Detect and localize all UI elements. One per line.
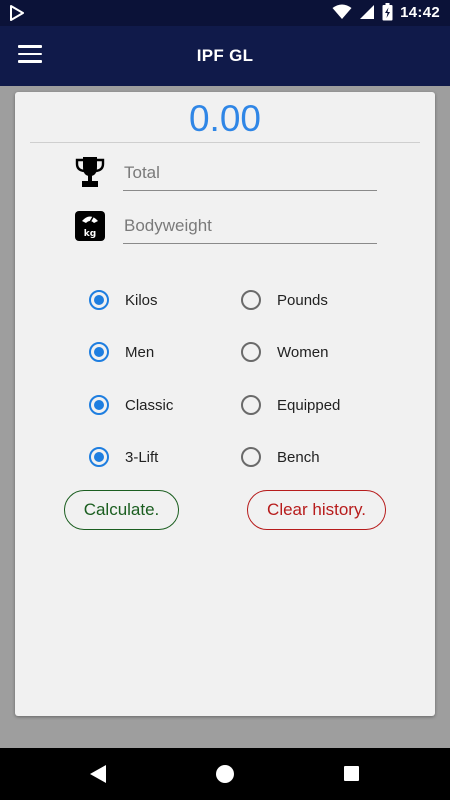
radio-pounds[interactable]: Pounds [241, 290, 328, 310]
cell-signal-icon [360, 5, 375, 19]
status-time: 14:42 [400, 3, 440, 21]
radio-3-lift-label: 3-Lift [125, 448, 159, 466]
back-icon[interactable] [89, 764, 107, 784]
app-bar: IPF GL [0, 26, 450, 86]
score-display: 0.00 [188, 98, 261, 139]
home-icon[interactable] [215, 764, 235, 784]
radio-3-lift[interactable]: 3-Lift [89, 447, 158, 467]
total-input[interactable] [123, 155, 377, 191]
radio-indicator [241, 290, 261, 310]
radio-indicator [89, 447, 109, 467]
radio-men-label: Men [125, 343, 155, 361]
radio-women-label: Women [277, 343, 329, 361]
trophy-icon [75, 157, 105, 187]
scale-kg-icon: kg [75, 211, 105, 241]
radio-bench[interactable]: Bench [241, 447, 320, 467]
radio-women[interactable]: Women [241, 342, 328, 362]
radio-equipped[interactable]: Equipped [241, 395, 340, 415]
status-bar: 14:42 [0, 0, 450, 26]
radio-indicator [241, 342, 261, 362]
radio-indicator [241, 395, 261, 415]
scale-kg-label: kg [84, 229, 96, 239]
radio-classic[interactable]: Classic [89, 395, 173, 415]
recents-icon[interactable] [343, 764, 360, 784]
radio-pounds-label: Pounds [277, 291, 328, 309]
wifi-icon [332, 4, 352, 19]
clear-history-button[interactable]: Clear history. [247, 490, 386, 530]
radio-kilos[interactable]: Kilos [89, 290, 158, 310]
radio-men[interactable]: Men [89, 342, 154, 362]
app-title: IPF GL [196, 46, 254, 65]
radio-equipped-label: Equipped [277, 396, 341, 414]
bodyweight-input[interactable] [123, 208, 377, 244]
radio-indicator [89, 342, 109, 362]
radio-classic-label: Classic [125, 396, 174, 414]
calculator-card: 0.00 kg Kilos Pounds Men Women Classic [15, 92, 435, 716]
radio-bench-label: Bench [277, 448, 320, 466]
navigation-bar [0, 748, 450, 800]
radio-kilos-label: Kilos [125, 291, 158, 309]
calculate-button[interactable]: Calculate. [64, 490, 179, 530]
play-store-icon [10, 5, 24, 21]
radio-indicator [241, 447, 261, 467]
radio-indicator [89, 290, 109, 310]
score-divider [30, 142, 420, 143]
radio-indicator [89, 395, 109, 415]
battery-charging-icon [382, 3, 393, 21]
